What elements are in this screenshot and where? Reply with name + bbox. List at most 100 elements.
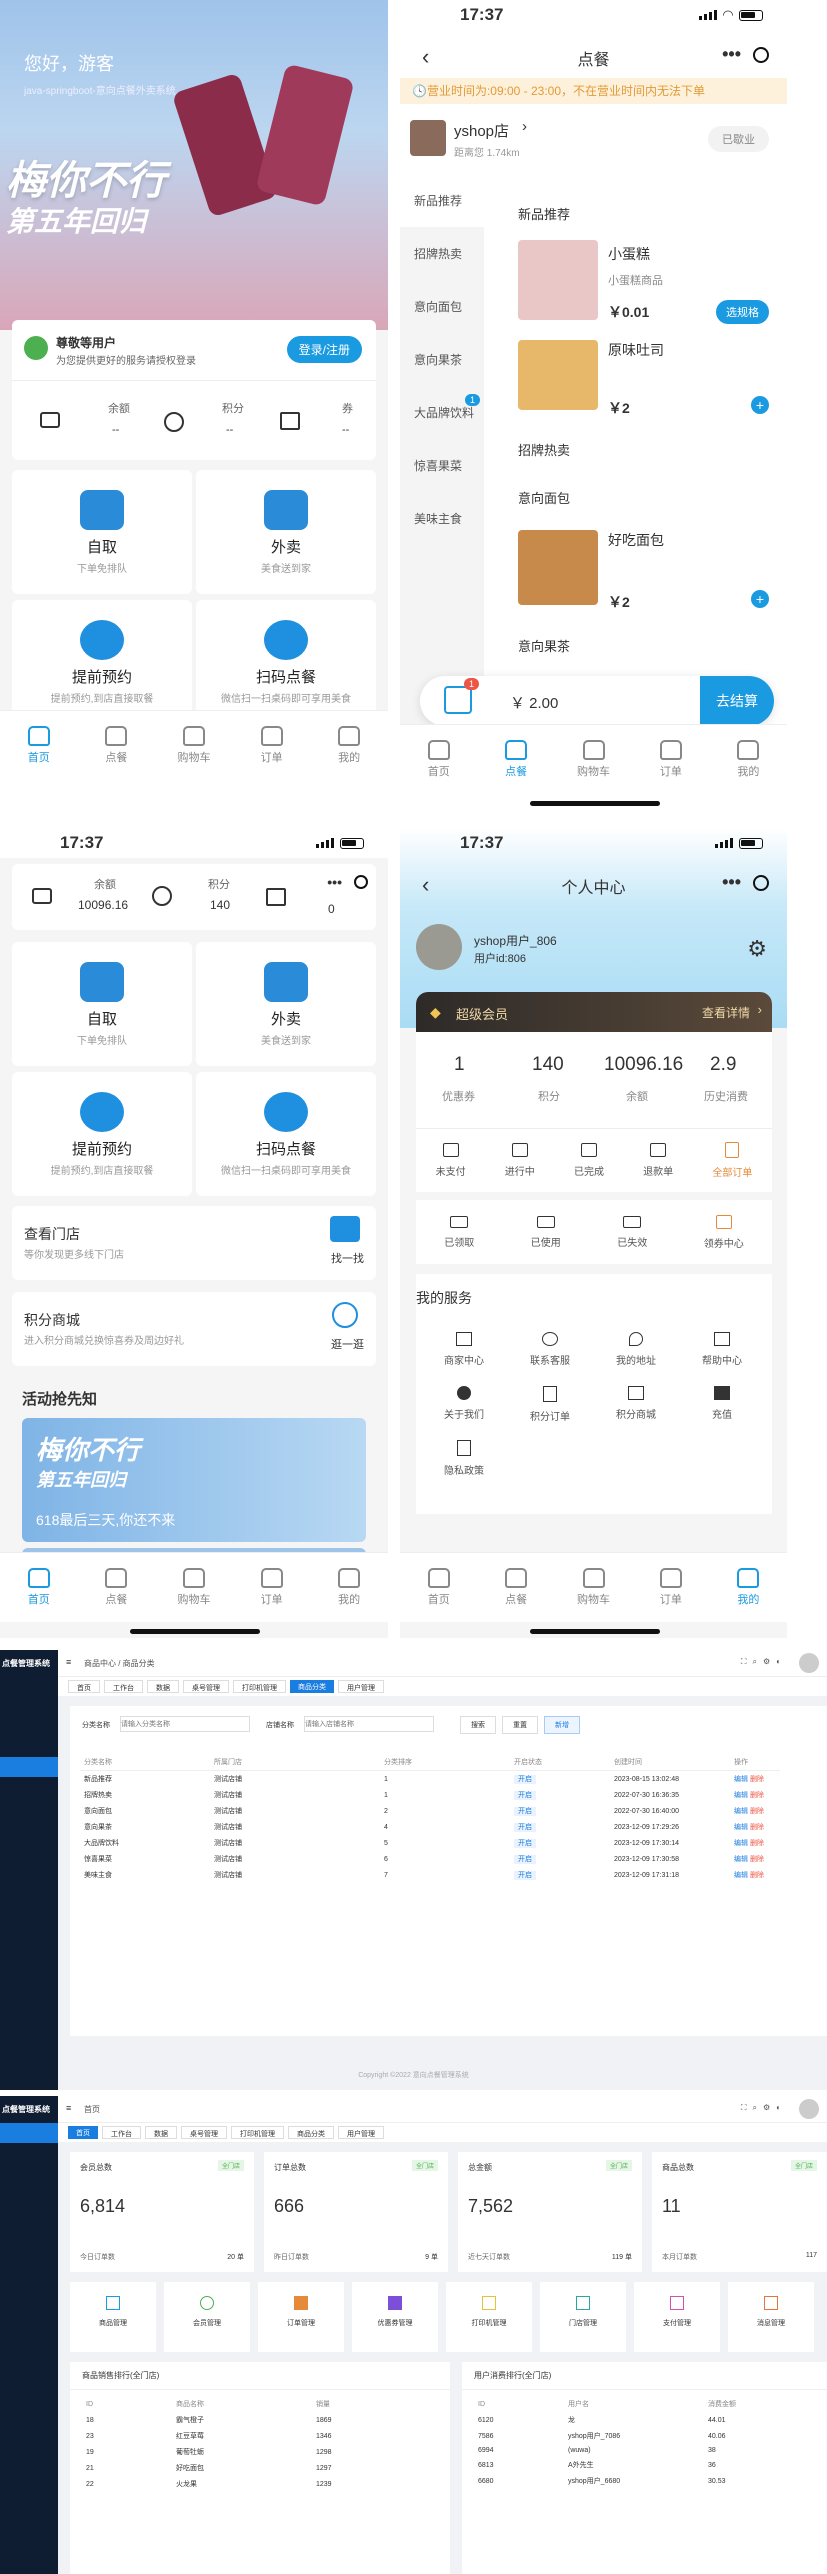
tab-tag[interactable]: 商品分类: [288, 2126, 334, 2139]
service-points-mall[interactable]: 积分商城: [608, 1386, 664, 1421]
shortcut-coupon[interactable]: 优惠券管理: [352, 2282, 438, 2352]
delete-link[interactable]: 删除: [750, 1824, 764, 1831]
shortcut-store[interactable]: 门店管理: [540, 2282, 626, 2352]
tab-tag[interactable]: 首页: [68, 1680, 100, 1693]
filter-name-input[interactable]: [120, 1716, 250, 1732]
activity-banner[interactable]: 梅你不行 第五年回归 618最后三天,你还不来: [22, 1418, 366, 1542]
filter-store-input[interactable]: [304, 1716, 434, 1732]
tab-tag[interactable]: 用户管理: [338, 2126, 384, 2139]
vip-card[interactable]: ◆ 超级会员 查看详情 › 1 优惠券 140 积分 10096.16 余额 2…: [416, 992, 772, 1142]
service-address[interactable]: 我的地址: [608, 1332, 664, 1367]
tab-home[interactable]: 首页: [400, 1553, 477, 1622]
service-points-orders[interactable]: 积分订单: [522, 1386, 578, 1423]
shortcut-message[interactable]: 消息管理: [728, 2282, 814, 2352]
sidebar-item-active[interactable]: [0, 1757, 58, 1777]
service-reserve[interactable]: 提前预约 提前预约,到店直接取餐: [12, 600, 192, 724]
tab-home[interactable]: 首页: [400, 725, 477, 794]
login-button[interactable]: 登录/注册: [286, 336, 362, 363]
shortcut-payment[interactable]: 支付管理: [634, 2282, 720, 2352]
edit-link[interactable]: 编辑: [734, 1840, 748, 1847]
add-button[interactable]: 新增: [544, 1716, 580, 1734]
tab-tag-active[interactable]: 首页: [68, 2126, 98, 2139]
capsule-menu[interactable]: •••: [327, 874, 368, 890]
coupon-center[interactable]: 领券中心: [704, 1214, 744, 1250]
tab-tag[interactable]: 桌号管理: [183, 1680, 229, 1693]
edit-link[interactable]: 编辑: [734, 1856, 748, 1863]
coupon-received[interactable]: 已领取: [444, 1215, 474, 1249]
tab-tag[interactable]: 桌号管理: [181, 2126, 227, 2139]
delete-link[interactable]: 删除: [750, 1856, 764, 1863]
tab-tag[interactable]: 工作台: [102, 2126, 141, 2139]
tab-mine[interactable]: 我的: [710, 725, 787, 794]
shortcut-member[interactable]: 会员管理: [164, 2282, 250, 2352]
column-header[interactable]: 所属门店: [210, 1754, 380, 1771]
service-scan[interactable]: 扫码点餐 微信扫一扫桌码即可享用美食: [196, 1072, 376, 1196]
tab-tag[interactable]: 打印机管理: [233, 1680, 286, 1693]
edit-link[interactable]: 编辑: [734, 1776, 748, 1783]
checkout-button[interactable]: 去结算: [700, 676, 774, 726]
search-button[interactable]: 搜索: [460, 1716, 496, 1734]
shortcut-order[interactable]: 订单管理: [258, 2282, 344, 2352]
category-item[interactable]: 意向果茶: [400, 333, 484, 386]
select-spec-button[interactable]: 选规格: [716, 300, 769, 324]
category-item[interactable]: 大品牌饮料 1: [400, 386, 484, 439]
capsule-menu[interactable]: •••: [722, 44, 769, 65]
service-pickup[interactable]: 自取 下单免排队: [12, 470, 192, 594]
menu-icon[interactable]: ≡: [66, 2103, 71, 2113]
service-pickup[interactable]: 自取 下单免排队: [12, 942, 192, 1066]
tab-orders[interactable]: 订单: [632, 1553, 709, 1622]
delete-link[interactable]: 删除: [750, 1840, 764, 1847]
tab-order[interactable]: 点餐: [477, 1553, 554, 1622]
tab-tag[interactable]: 工作台: [104, 1680, 143, 1693]
avatar[interactable]: [799, 2099, 819, 2119]
home-banner[interactable]: 您好，游客 java-springboot-意向点餐外卖系统 梅你不行 第五年回…: [0, 0, 388, 330]
tab-orders[interactable]: 订单: [233, 711, 311, 780]
mall-card[interactable]: 积分商城 进入积分商城兑换惊喜券及周边好礼 逛一逛: [12, 1292, 376, 1366]
mall-button[interactable]: 逛一逛: [331, 1336, 364, 1352]
tab-order[interactable]: 点餐: [78, 711, 156, 780]
reset-button[interactable]: 重置: [502, 1716, 538, 1734]
toolbar-icons[interactable]: ⛶⌕⚙◐: [741, 2103, 787, 2113]
tab-cart[interactable]: 购物车: [555, 725, 632, 794]
service-merchant[interactable]: 商家中心: [436, 1332, 492, 1367]
service-scan[interactable]: 扫码点餐 微信扫一扫桌码即可享用美食: [196, 600, 376, 724]
avatar[interactable]: [416, 924, 462, 970]
tab-home[interactable]: 首页: [0, 1553, 78, 1622]
tab-tag[interactable]: 数据: [147, 1680, 179, 1693]
tab-cart[interactable]: 购物车: [155, 1553, 233, 1622]
order-in-progress[interactable]: 进行中: [505, 1143, 535, 1178]
category-item[interactable]: 惊喜果菜: [400, 439, 484, 492]
menu-icon[interactable]: ≡: [66, 1657, 71, 1667]
tab-tag[interactable]: 用户管理: [338, 1680, 384, 1693]
toolbar-icons[interactable]: ⛶⌕⚙◐: [741, 1657, 787, 1667]
category-item[interactable]: 新品推荐: [400, 174, 484, 227]
add-to-cart-button[interactable]: +: [751, 396, 769, 414]
tab-tag[interactable]: 打印机管理: [231, 2126, 284, 2139]
gear-icon[interactable]: ⚙: [747, 936, 767, 962]
tab-orders[interactable]: 订单: [233, 1553, 311, 1622]
sidebar-item-active[interactable]: [0, 2123, 58, 2143]
add-to-cart-button[interactable]: +: [751, 590, 769, 608]
tab-order[interactable]: 点餐: [78, 1553, 156, 1622]
edit-link[interactable]: 编辑: [734, 1824, 748, 1831]
store-card[interactable]: 查看门店 等你发现更多线下门店 找一找: [12, 1206, 376, 1280]
service-about[interactable]: 关于我们: [436, 1386, 492, 1421]
service-privacy[interactable]: 隐私政策: [436, 1440, 492, 1477]
delete-link[interactable]: 删除: [750, 1776, 764, 1783]
shortcut-product[interactable]: 商品管理: [70, 2282, 156, 2352]
sidebar-item[interactable]: [0, 1777, 58, 1797]
shortcut-printer[interactable]: 打印机管理: [446, 2282, 532, 2352]
service-recharge[interactable]: 充值: [694, 1386, 750, 1421]
service-delivery[interactable]: 外卖 美食送到家: [196, 942, 376, 1066]
tab-order[interactable]: 点餐: [477, 725, 554, 794]
tab-mine[interactable]: 我的: [310, 711, 388, 780]
delete-link[interactable]: 删除: [750, 1808, 764, 1815]
tab-mine[interactable]: 我的: [710, 1553, 787, 1622]
edit-link[interactable]: 编辑: [734, 1792, 748, 1799]
avatar[interactable]: [799, 1653, 819, 1673]
tab-tag[interactable]: 数据: [145, 2126, 177, 2139]
order-unpaid[interactable]: 未支付: [436, 1143, 466, 1178]
shop-name[interactable]: yshop店: [454, 120, 509, 141]
tab-home[interactable]: 首页: [0, 711, 78, 780]
category-item[interactable]: 意向面包: [400, 280, 484, 333]
